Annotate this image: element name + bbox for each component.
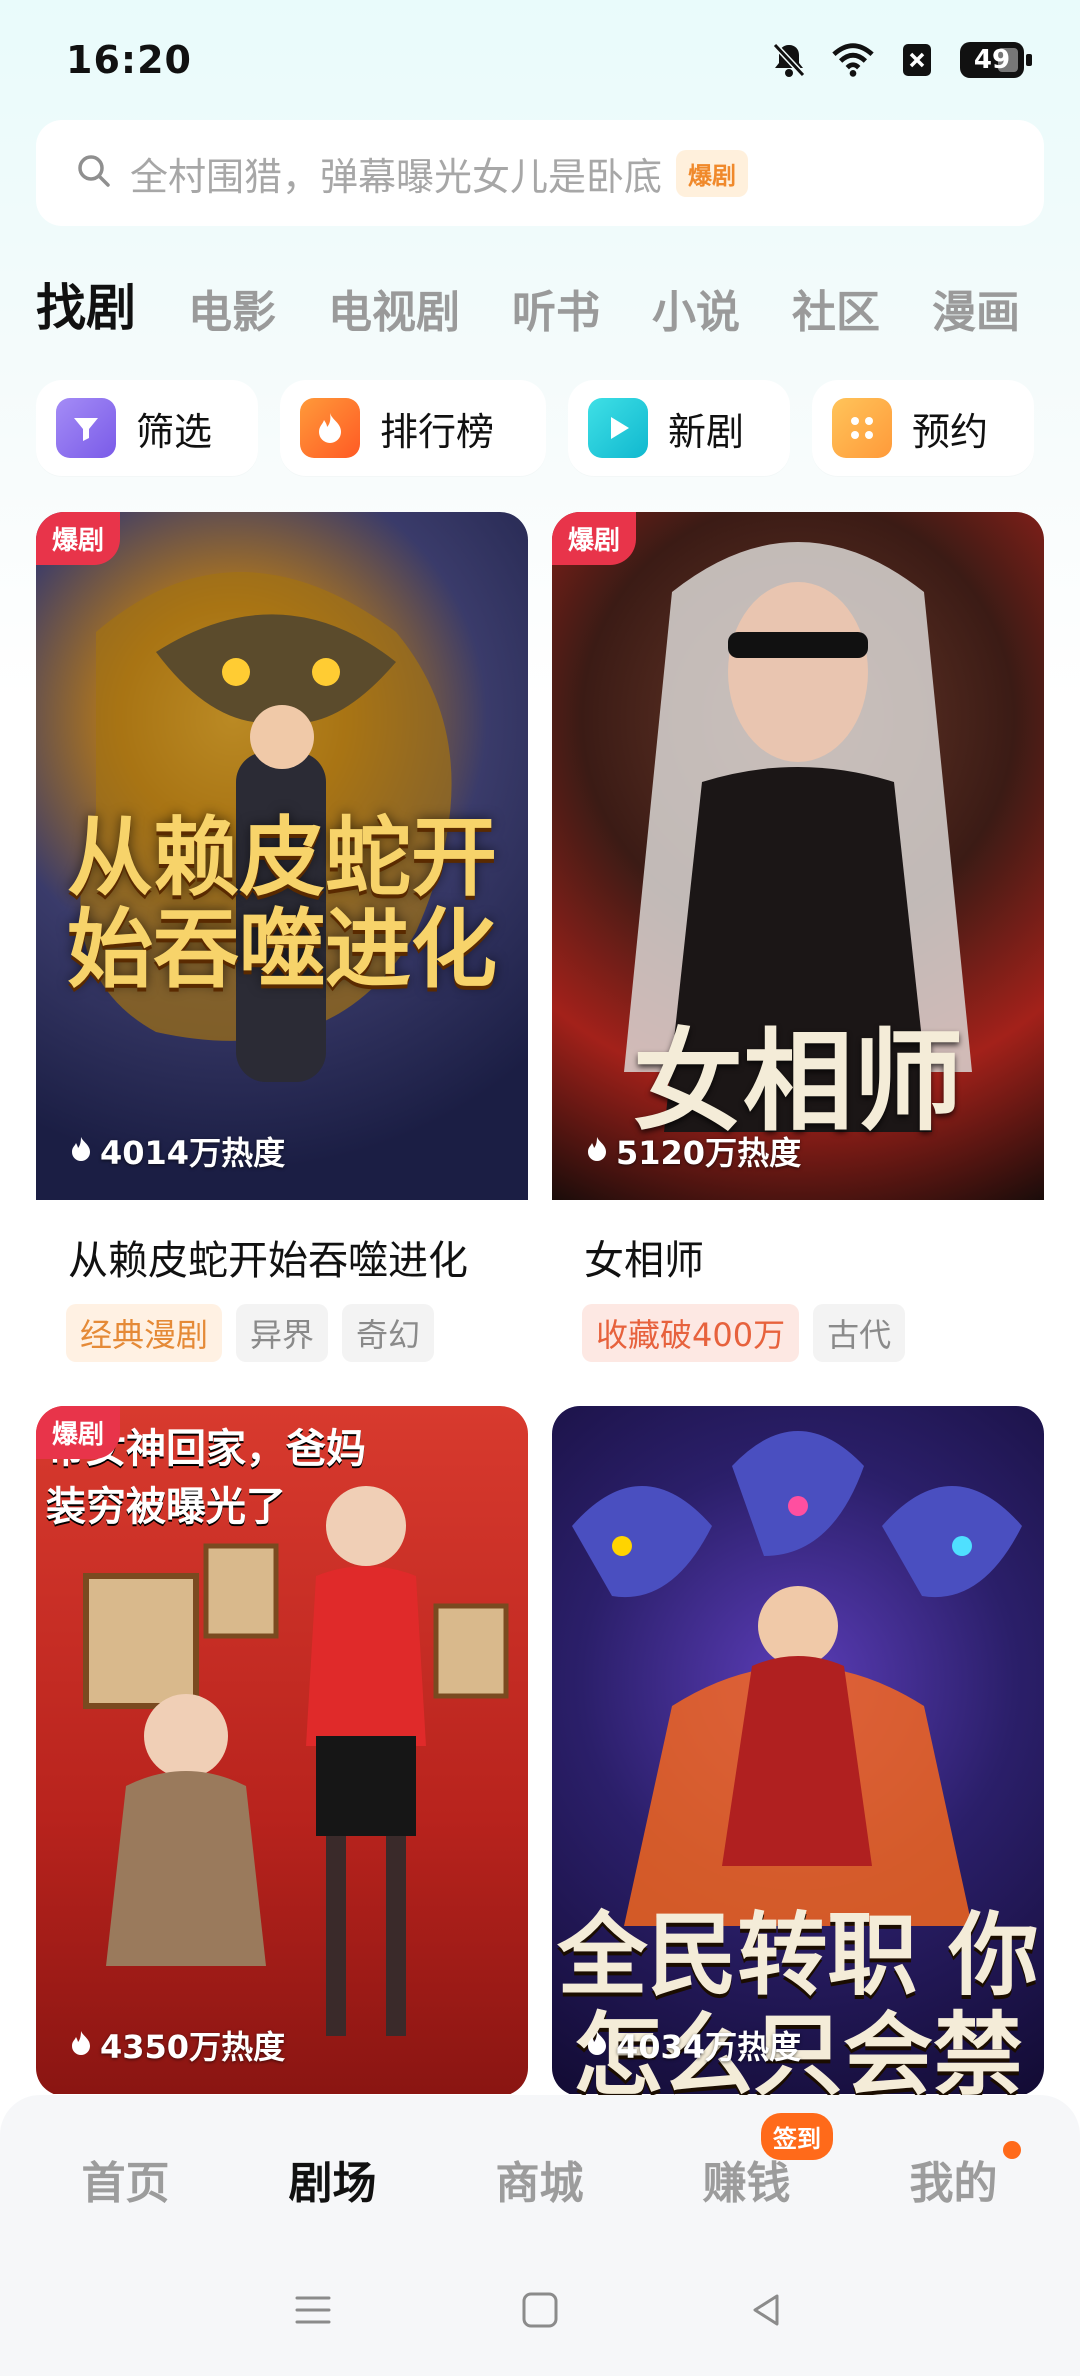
drama-poster: 全民转职 你怎么只会禁咒 4034万热度 [552, 1406, 1044, 2096]
flame-icon [70, 2026, 92, 2064]
nav-theater[interactable]: 剧场 [229, 2147, 436, 2211]
new-drama-label: 新剧 [668, 409, 745, 454]
reserve-label: 预约 [912, 409, 989, 454]
nav-earn-label: 赚钱 [702, 2158, 791, 2209]
heat-count: 4014万热度 [70, 1128, 285, 1174]
hot-badge: 爆剧 [552, 512, 637, 565]
tag-chip: 奇幻 [342, 1304, 435, 1362]
drama-card[interactable]: 女相师 爆剧 5120万热度 女相师 收藏破400万 古代 [552, 512, 1044, 1382]
ranking-label: 排行榜 [380, 409, 495, 454]
grid-dots-icon [832, 398, 892, 458]
drama-tags: 经典漫剧 异界 奇幻 [36, 1286, 528, 1362]
flame-icon [70, 1132, 92, 1170]
drama-card[interactable]: 带女神回家，爸妈装穷被曝光了 爆剧 4350万热度 [36, 1406, 528, 2096]
heat-count: 4350万热度 [70, 2022, 285, 2068]
heat-count: 5120万热度 [586, 1128, 801, 1174]
reserve-button[interactable]: 预约 [812, 380, 1034, 476]
tab-novel[interactable]: 小说 [652, 276, 740, 340]
tab-find-drama[interactable]: 找剧 [26, 260, 136, 340]
filter-button[interactable]: 筛选 [36, 380, 258, 476]
bottom-navigation: 首页 剧场 商城 赚钱 签到 我的 [0, 2095, 1080, 2376]
drama-card[interactable]: 从赖皮蛇开始吞噬进化 爆剧 4014万热度 从赖皮蛇开始吞噬进化 经典漫剧 异界… [36, 512, 528, 1382]
drama-poster: 从赖皮蛇开始吞噬进化 爆剧 4014万热度 [36, 512, 528, 1200]
notification-dot [1003, 2141, 1021, 2159]
drama-tags: 收藏破400万 古代 [552, 1286, 1044, 1362]
tab-audiobook[interactable]: 听书 [512, 276, 600, 340]
new-drama-button[interactable]: 新剧 [568, 380, 790, 476]
tab-comics[interactable]: 漫画 [932, 276, 1020, 340]
sign-in-badge: 签到 [761, 2113, 833, 2160]
tag-chip: 收藏破400万 [582, 1304, 800, 1362]
back-triangle-icon[interactable] [747, 2290, 787, 2334]
tag-chip: 经典漫剧 [66, 1304, 223, 1362]
nav-home[interactable]: 首页 [22, 2147, 229, 2211]
tag-chip: 异界 [236, 1304, 329, 1362]
heat-count: 4034万热度 [586, 2022, 801, 2068]
hot-badge: 爆剧 [36, 1406, 121, 1459]
filter-icon [56, 398, 116, 458]
nav-earn[interactable]: 赚钱 签到 [643, 2113, 850, 2211]
ranking-button[interactable]: 排行榜 [280, 380, 546, 476]
tab-movie[interactable]: 电影 [188, 276, 276, 340]
drama-card[interactable]: 全民转职 你怎么只会禁咒 4034万热度 [552, 1406, 1044, 2096]
nav-mall[interactable]: 商城 [436, 2147, 643, 2211]
drama-poster: 女相师 爆剧 5120万热度 [552, 512, 1044, 1200]
bottom-nav-items: 首页 剧场 商城 赚钱 签到 我的 [0, 2113, 1080, 2211]
filter-label: 筛选 [136, 409, 213, 454]
nav-me[interactable]: 我的 [850, 2141, 1057, 2211]
drama-title: 从赖皮蛇开始吞噬进化 [68, 1238, 468, 1284]
flame-icon [586, 1132, 608, 1170]
tag-chip: 古代 [813, 1304, 906, 1362]
play-icon [588, 398, 648, 458]
category-tabs-viewport: 找剧 电影 电视剧 听书 小说 社区 漫画 [0, 0, 1080, 360]
home-square-icon[interactable] [520, 2290, 560, 2334]
drama-poster: 带女神回家，爸妈装穷被曝光了 爆剧 4350万热度 [36, 1406, 528, 2094]
category-tabs: 找剧 电影 电视剧 听书 小说 社区 漫画 [26, 260, 1072, 340]
nav-me-label: 我的 [909, 2158, 998, 2209]
tab-tv-series[interactable]: 电视剧 [328, 276, 460, 340]
tab-community[interactable]: 社区 [792, 276, 880, 340]
menu-icon[interactable] [293, 2290, 333, 2334]
fire-icon [300, 398, 360, 458]
flame-icon [586, 2026, 608, 2064]
system-navigation [0, 2290, 1080, 2334]
hot-badge: 爆剧 [36, 512, 121, 565]
drama-title: 女相师 [584, 1238, 704, 1284]
quick-actions: 筛选 排行榜 新剧 预约 [36, 380, 1044, 476]
poster-title: 从赖皮蛇开始吞噬进化 [67, 808, 497, 1000]
